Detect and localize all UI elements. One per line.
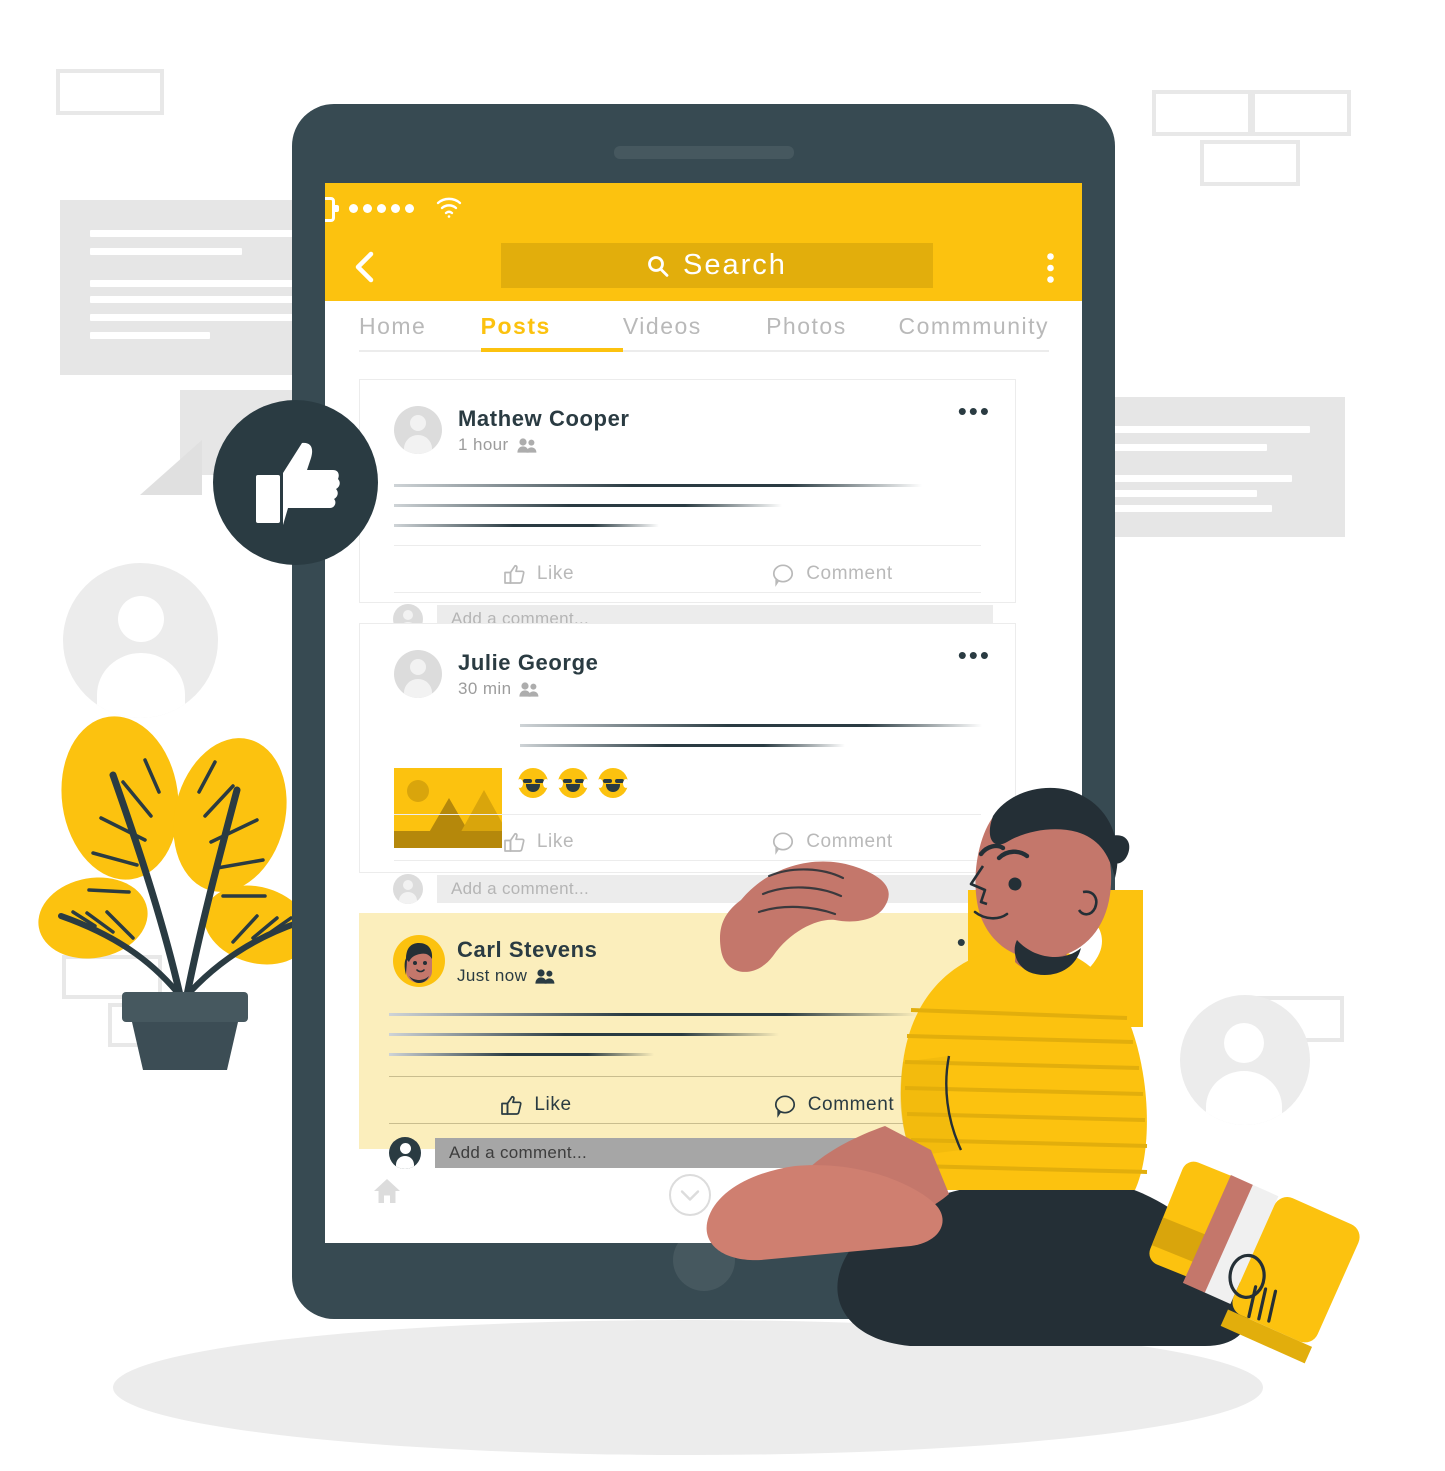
laughing-emoji[interactable]	[596, 768, 630, 798]
like-button[interactable]: Like	[394, 563, 684, 585]
post-text-line	[389, 1033, 779, 1036]
placeholder-text-card-icon	[1110, 397, 1345, 537]
more-horizontal-icon[interactable]: •••	[958, 641, 991, 668]
post-time: 1 hour	[458, 435, 509, 454]
divider	[394, 545, 981, 546]
like-button[interactable]: Like	[394, 831, 684, 853]
post-text-line	[394, 504, 782, 507]
avatar[interactable]	[394, 650, 442, 698]
post-meta: 30 min	[458, 679, 539, 699]
reaction-list	[516, 768, 630, 798]
comment-placeholder: Add a comment...	[451, 879, 590, 898]
thumbs-up-icon	[501, 1095, 522, 1116]
generic-user-avatar-icon	[63, 563, 218, 718]
tab-videos[interactable]: Videos	[623, 313, 766, 350]
friends-icon	[519, 681, 539, 697]
home-icon[interactable]	[373, 1178, 401, 1204]
app-bar: Search	[325, 231, 1082, 301]
post-actions: Like Comment	[394, 556, 981, 592]
battery-icon	[325, 197, 339, 222]
search-icon	[647, 255, 669, 277]
outline-rectangle-icon	[56, 69, 164, 115]
like-label: Like	[536, 831, 575, 852]
post-meta: Just now	[457, 966, 555, 986]
post-author: Carl Stevens	[457, 937, 598, 962]
like-label: Like	[536, 563, 575, 584]
placeholder-text-card-icon	[60, 200, 330, 375]
post-text-line	[520, 724, 982, 727]
post-time: 30 min	[458, 679, 512, 698]
tab-posts[interactable]: Posts	[480, 313, 624, 352]
laughing-emoji[interactable]	[516, 768, 550, 798]
seated-person-icon	[706, 780, 1375, 1380]
tab-photos[interactable]: Photos	[766, 313, 898, 350]
illustration-canvas: Search Home Posts Videos Photos Commmuni…	[0, 0, 1445, 1471]
avatar[interactable]	[393, 874, 423, 904]
post-time: Just now	[457, 966, 528, 985]
post-text-line	[394, 524, 659, 527]
status-bar	[325, 183, 1082, 231]
post-text-line	[520, 744, 845, 747]
chevron-down-circle-icon[interactable]	[668, 1173, 712, 1217]
search-placeholder: Search	[683, 249, 787, 281]
chevron-left-icon[interactable]	[353, 251, 375, 283]
like-label: Like	[534, 1094, 572, 1115]
comment-button[interactable]: Comment	[684, 563, 981, 587]
tab-bar: Home Posts Videos Photos Commmunity	[359, 313, 1049, 352]
outline-rectangle-icon	[1200, 140, 1300, 186]
post-author: Mathew Cooper	[458, 406, 630, 431]
like-button[interactable]: Like	[389, 1094, 684, 1116]
outline-rectangle-icon	[1251, 90, 1351, 136]
avatar[interactable]	[394, 406, 442, 454]
post-text-line	[389, 1053, 654, 1056]
comment-bubble-icon	[772, 563, 794, 587]
friends-icon	[535, 968, 555, 984]
comment-label: Comment	[806, 563, 893, 584]
tab-community[interactable]: Commmunity	[899, 313, 1049, 350]
laughing-emoji[interactable]	[556, 768, 590, 798]
tab-home[interactable]: Home	[359, 313, 481, 350]
more-vertical-icon[interactable]	[1047, 253, 1054, 283]
thumbs-up-icon	[504, 564, 525, 585]
thumbs-up-icon	[504, 832, 525, 853]
tablet-speaker	[613, 146, 794, 159]
post-author: Julie George	[458, 650, 599, 675]
post-meta: 1 hour	[458, 435, 537, 455]
signal-dots-icon	[349, 200, 419, 218]
friends-icon	[517, 437, 537, 453]
post-card: Mathew Cooper 1 hour ••• Like Comment	[359, 379, 1016, 603]
post-text-line	[394, 484, 922, 487]
carl-stevens-avatar[interactable]	[393, 935, 445, 987]
potted-plant-icon	[25, 716, 315, 1070]
divider	[394, 592, 981, 593]
search-input[interactable]: Search	[501, 243, 933, 288]
more-horizontal-icon[interactable]: •••	[958, 397, 991, 424]
wifi-icon	[435, 195, 463, 219]
outline-rectangle-icon	[1152, 90, 1252, 136]
thumbs-up-badge-icon	[213, 400, 378, 565]
